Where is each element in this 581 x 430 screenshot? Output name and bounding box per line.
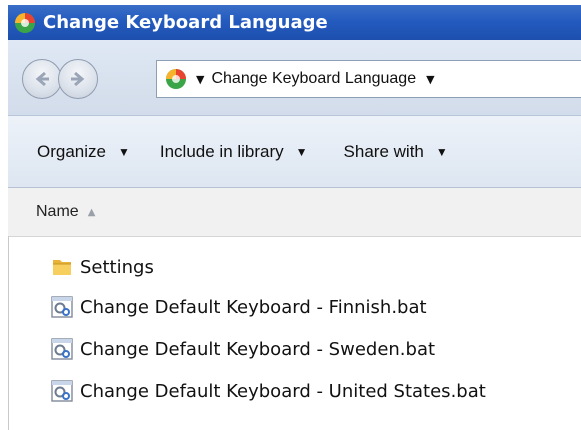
navigation-bar: ▼ Change Keyboard Language ▼ [8, 40, 581, 116]
title-bar[interactable]: Change Keyboard Language [8, 5, 581, 40]
include-in-library-label: Include in library [159, 141, 284, 161]
address-bar[interactable]: ▼ Change Keyboard Language ▼ [156, 60, 581, 98]
include-in-library-button[interactable]: Include in library ▼ [160, 142, 308, 162]
list-item[interactable]: Change Default Keyboard - Finnish.bat [50, 292, 427, 322]
file-name: Change Default Keyboard - United States.… [80, 380, 486, 402]
file-name: Change Default Keyboard - Finnish.bat [80, 296, 427, 318]
breadcrumb[interactable]: Change Keyboard Language [211, 70, 416, 88]
list-item[interactable]: Settings [50, 252, 154, 282]
share-with-button[interactable]: Share with ▼ [344, 142, 448, 162]
pane-divider [8, 236, 9, 430]
arrow-right-icon [71, 71, 85, 87]
chevron-down-icon[interactable]: ▼ [196, 73, 204, 86]
list-item[interactable]: Change Default Keyboard - Sweden.bat [50, 334, 435, 364]
share-with-label: Share with [343, 141, 424, 161]
chevron-down-icon: ▼ [435, 144, 448, 159]
forward-button[interactable] [58, 59, 98, 99]
window-title: Change Keyboard Language [43, 12, 328, 33]
control-panel-icon [166, 69, 186, 89]
command-bar: Organize ▼ Include in library ▼ Share wi… [8, 116, 581, 188]
folder-icon [53, 260, 71, 275]
chevron-down-icon[interactable]: ▼ [426, 73, 434, 86]
back-button[interactable] [22, 59, 62, 99]
batch-file-icon [51, 338, 73, 360]
chevron-down-icon: ▼ [117, 144, 130, 159]
chevron-down-icon: ▼ [295, 144, 308, 159]
column-header-name[interactable]: Name [36, 203, 79, 221]
control-panel-icon [15, 12, 35, 33]
organize-label: Organize [37, 141, 106, 161]
file-name: Change Default Keyboard - Sweden.bat [80, 338, 436, 360]
list-item[interactable]: Change Default Keyboard - United States.… [50, 376, 486, 406]
column-header-row: Name ▲ [8, 188, 581, 237]
batch-file-icon [51, 380, 73, 402]
arrow-left-icon [35, 71, 49, 87]
batch-file-icon [51, 296, 73, 318]
file-name: Settings [80, 256, 154, 278]
organize-button[interactable]: Organize ▼ [37, 142, 130, 162]
sort-ascending-icon: ▲ [87, 206, 96, 218]
